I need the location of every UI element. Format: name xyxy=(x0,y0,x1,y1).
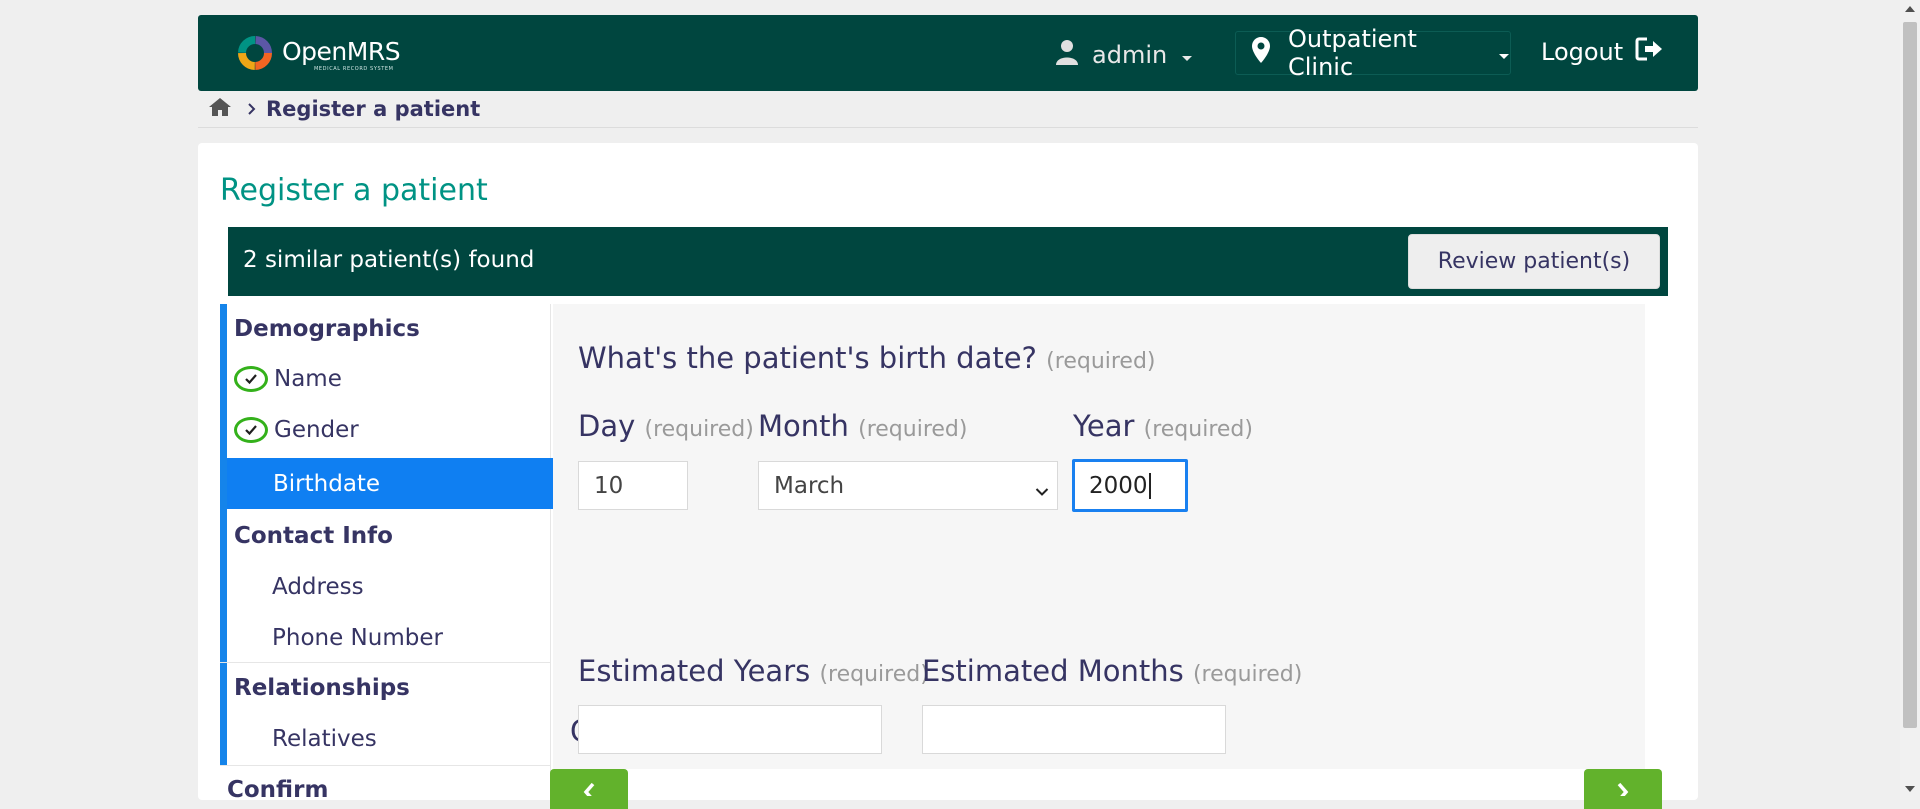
day-label-text: Day xyxy=(578,409,636,443)
sidebar-divider xyxy=(220,765,550,766)
estimated-months-label: Estimated Months (required) xyxy=(922,654,1302,688)
section-demographics: Demographics Name Gender Birthdate xyxy=(220,304,557,509)
sidebar-item-name[interactable]: Name xyxy=(234,366,342,392)
page-scrollbar[interactable] xyxy=(1900,0,1920,800)
sidebar-item-relatives[interactable]: Relatives xyxy=(272,726,377,752)
user-name: admin xyxy=(1092,41,1168,69)
chevron-right-icon xyxy=(248,100,256,119)
year-label-text: Year xyxy=(1073,409,1135,443)
scroll-down-arrow-icon[interactable] xyxy=(1905,786,1915,792)
location-name: Outpatient Clinic xyxy=(1288,25,1417,81)
review-patients-button[interactable]: Review patient(s) xyxy=(1408,234,1660,289)
sidebar-item-birthdate[interactable]: Birthdate xyxy=(227,458,557,509)
estimated-years-input[interactable] xyxy=(578,705,882,754)
location-selector[interactable]: Outpatient Clinic xyxy=(1235,25,1511,81)
logout-link[interactable]: Logout xyxy=(1541,37,1663,67)
estimated-years-label-text: Estimated Years xyxy=(578,654,811,688)
breadcrumb-current: Register a patient xyxy=(266,97,481,121)
sidebar-item-gender[interactable]: Gender xyxy=(234,417,359,443)
form-sections-sidebar: Demographics Name Gender Birthdate Conta… xyxy=(220,304,557,803)
breadcrumb-divider xyxy=(198,127,1698,128)
map-marker-icon xyxy=(1252,37,1270,69)
required-marker: (required) xyxy=(644,417,754,442)
sidebar-item-phone-number[interactable]: Phone Number xyxy=(272,625,443,651)
section-title-demographics[interactable]: Demographics xyxy=(234,316,420,342)
sidebar-item-address[interactable]: Address xyxy=(272,574,364,600)
chevron-right-icon xyxy=(1615,781,1631,809)
required-marker: (required) xyxy=(858,417,968,442)
scroll-up-arrow-icon[interactable] xyxy=(1905,6,1915,12)
required-marker: (required) xyxy=(1046,349,1156,374)
month-label-text: Month xyxy=(758,409,849,443)
section-title-confirm[interactable]: Confirm xyxy=(227,777,328,803)
year-input-value: 2000 xyxy=(1089,472,1148,499)
section-title-contact-info[interactable]: Contact Info xyxy=(234,523,393,549)
logout-label: Logout xyxy=(1541,38,1624,66)
top-header: OpenMRS MEDICAL RECORD SYSTEM admin Outp… xyxy=(198,15,1698,91)
breadcrumb: Register a patient xyxy=(208,97,480,121)
logo-text: OpenMRS xyxy=(282,37,401,66)
main-card: Register a patient 2 similar patient(s) … xyxy=(198,143,1698,809)
checkmark-icon xyxy=(234,417,268,443)
sign-out-icon xyxy=(1635,37,1663,67)
page-title: Register a patient xyxy=(220,173,488,208)
required-marker: (required) xyxy=(1192,662,1303,687)
birthdate-form-panel: What's the patient's birth date? (requir… xyxy=(553,304,1645,769)
section-title-relationships[interactable]: Relationships xyxy=(234,675,410,701)
previous-button[interactable] xyxy=(550,769,628,809)
chevron-left-icon xyxy=(581,781,597,809)
scrollbar-thumb[interactable] xyxy=(1903,22,1917,728)
required-marker: (required) xyxy=(1143,417,1253,442)
birthdate-question: What's the patient's birth date? (requir… xyxy=(578,341,1156,375)
similar-patients-text: 2 similar patient(s) found xyxy=(243,247,535,273)
year-label: Year (required) xyxy=(1073,409,1253,443)
estimated-months-label-text: Estimated Months xyxy=(922,654,1184,688)
month-selected-value: March xyxy=(774,472,845,499)
month-label: Month (required) xyxy=(758,409,967,443)
logo-subtitle: MEDICAL RECORD SYSTEM xyxy=(314,66,394,72)
text-caret xyxy=(1148,472,1151,499)
sidebar-item-label: Name xyxy=(274,366,342,392)
sidebar-item-label: Gender xyxy=(274,417,359,443)
estimated-months-input[interactable] xyxy=(922,705,1226,754)
day-label: Day (required) xyxy=(578,409,754,443)
openmrs-logo-icon[interactable] xyxy=(235,33,275,73)
chevron-down-icon xyxy=(1498,39,1510,67)
home-icon[interactable] xyxy=(208,97,232,121)
day-input[interactable]: 10 xyxy=(578,461,688,510)
user-icon xyxy=(1056,39,1078,71)
question-text: What's the patient's birth date? xyxy=(578,341,1037,375)
next-button[interactable] xyxy=(1584,769,1662,809)
user-menu[interactable]: admin xyxy=(1056,39,1193,71)
month-select[interactable]: March xyxy=(758,461,1058,510)
year-input[interactable]: 2000 xyxy=(1072,459,1188,512)
checkmark-icon xyxy=(234,366,268,392)
chevron-down-icon xyxy=(1035,477,1049,503)
estimated-years-label: Estimated Years (required) xyxy=(578,654,929,688)
section-contact-info: Contact Info Address Phone Number xyxy=(220,509,550,662)
chevron-down-icon xyxy=(1181,41,1193,69)
similar-patients-banner: 2 similar patient(s) found Review patien… xyxy=(228,227,1668,296)
section-relationships: Relationships Relatives xyxy=(220,663,550,765)
required-marker: (required) xyxy=(819,662,929,687)
